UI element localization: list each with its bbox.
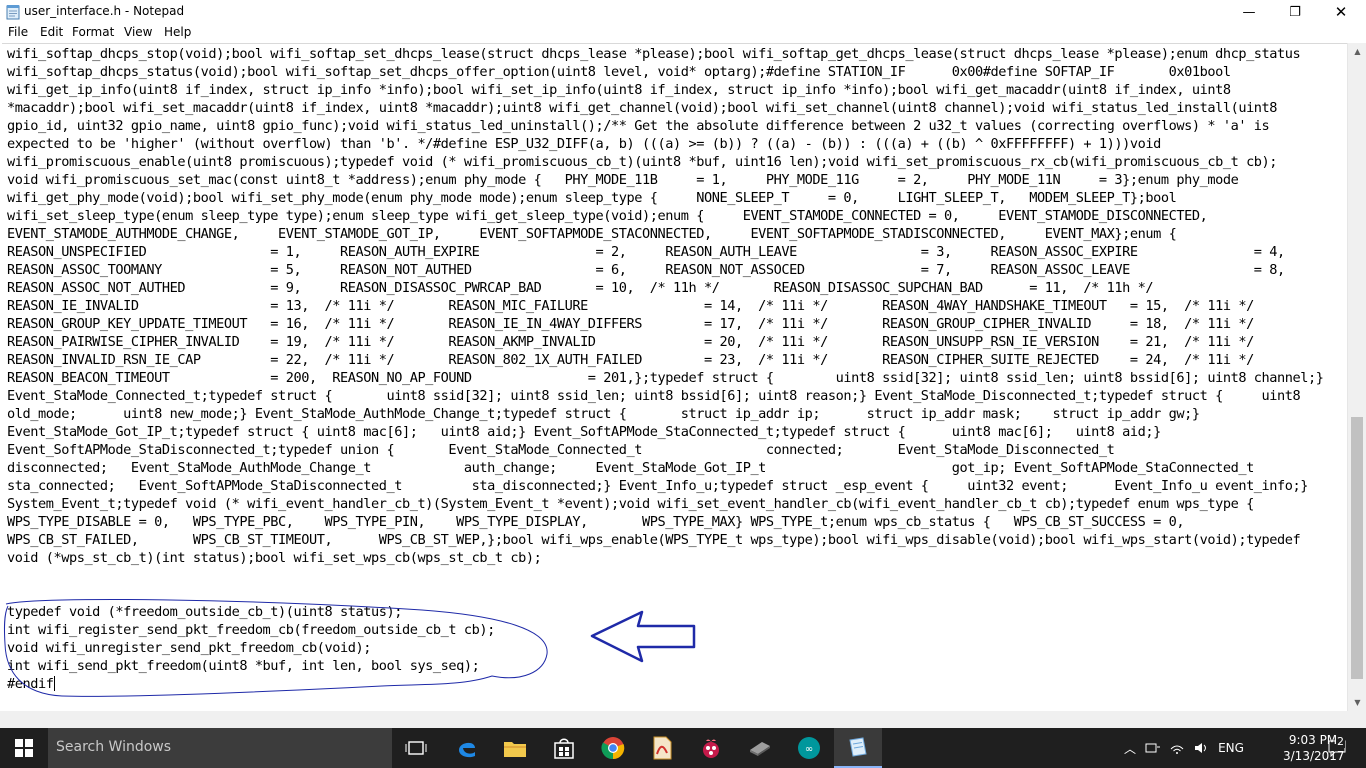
- notepad-taskbar-button[interactable]: [834, 728, 882, 768]
- gray-app-icon: [750, 742, 770, 756]
- menu-format[interactable]: Format: [72, 25, 114, 39]
- menu-help[interactable]: Help: [164, 25, 191, 39]
- action-center-button[interactable]: 2: [1322, 728, 1352, 768]
- minimize-button[interactable]: —: [1226, 0, 1272, 24]
- scroll-down-arrow-icon[interactable]: ▼: [1348, 694, 1366, 711]
- store-icon: [554, 738, 574, 759]
- wifi-icon[interactable]: [1166, 728, 1188, 768]
- task-view-button[interactable]: [392, 728, 440, 768]
- scroll-thumb[interactable]: [1351, 417, 1363, 679]
- annotation-overlay: [3, 598, 696, 697]
- folder-icon: [504, 742, 526, 757]
- arduino-icon: ∞: [798, 737, 820, 759]
- app-button[interactable]: [736, 728, 784, 768]
- show-hidden-icons-chevron-icon[interactable]: ︿: [1120, 728, 1140, 768]
- bottom-edge: [0, 711, 1366, 728]
- document-app-icon: [653, 736, 672, 760]
- language-indicator[interactable]: ENG: [1214, 728, 1248, 768]
- taskbar: Search Windows ∞ ︿ ENG 9:03 PM 3/13/2017…: [0, 728, 1366, 768]
- windows-logo-icon: [15, 739, 33, 757]
- svg-text:∞: ∞: [805, 744, 813, 755]
- pdf-app-button[interactable]: [638, 728, 686, 768]
- edge-browser-button[interactable]: [443, 728, 491, 768]
- window-title: user_interface.h - Notepad: [24, 4, 185, 18]
- search-placeholder: Search Windows: [56, 739, 172, 755]
- task-view-icon: [405, 741, 427, 755]
- raspberry-app-button[interactable]: [687, 728, 735, 768]
- scroll-up-arrow-icon[interactable]: ▲: [1348, 43, 1366, 60]
- menu-view[interactable]: View: [124, 25, 152, 39]
- menu-file[interactable]: File: [8, 25, 28, 39]
- edge-icon: [459, 742, 475, 758]
- taskbar-search-box[interactable]: Search Windows: [48, 728, 392, 768]
- restore-icon: ❐: [1289, 4, 1301, 20]
- store-button[interactable]: [540, 728, 588, 768]
- maximize-button[interactable]: ❐: [1272, 0, 1318, 24]
- close-icon: ✕: [1334, 3, 1348, 21]
- minimize-icon: —: [1242, 4, 1256, 20]
- title-bar: user_interface.h - Notepad — ❐ ✕: [0, 0, 1366, 24]
- text-editor[interactable]: wifi_softap_dhcps_stop(void);bool wifi_s…: [2, 43, 1347, 712]
- chrome-button[interactable]: [589, 728, 637, 768]
- arduino-button[interactable]: ∞: [785, 728, 833, 768]
- start-button[interactable]: [0, 728, 48, 768]
- notepad-app-icon: [6, 5, 20, 20]
- vertical-scrollbar[interactable]: ▲ ▼: [1347, 43, 1366, 711]
- left-arrow-annotation: [590, 610, 696, 663]
- notification-count-badge: 2: [1336, 735, 1345, 748]
- close-button[interactable]: ✕: [1318, 0, 1364, 24]
- handdrawn-ellipse-annotation: [3, 598, 548, 697]
- volume-icon[interactable]: [1190, 728, 1212, 768]
- menu-bar: File Edit Format View Help: [0, 24, 1366, 43]
- chrome-icon: [601, 737, 625, 760]
- notepad-icon: [849, 737, 867, 757]
- menu-edit[interactable]: Edit: [40, 25, 63, 39]
- file-explorer-button[interactable]: [491, 728, 539, 768]
- raspberry-icon: [703, 739, 719, 758]
- network-icon[interactable]: [1142, 728, 1164, 768]
